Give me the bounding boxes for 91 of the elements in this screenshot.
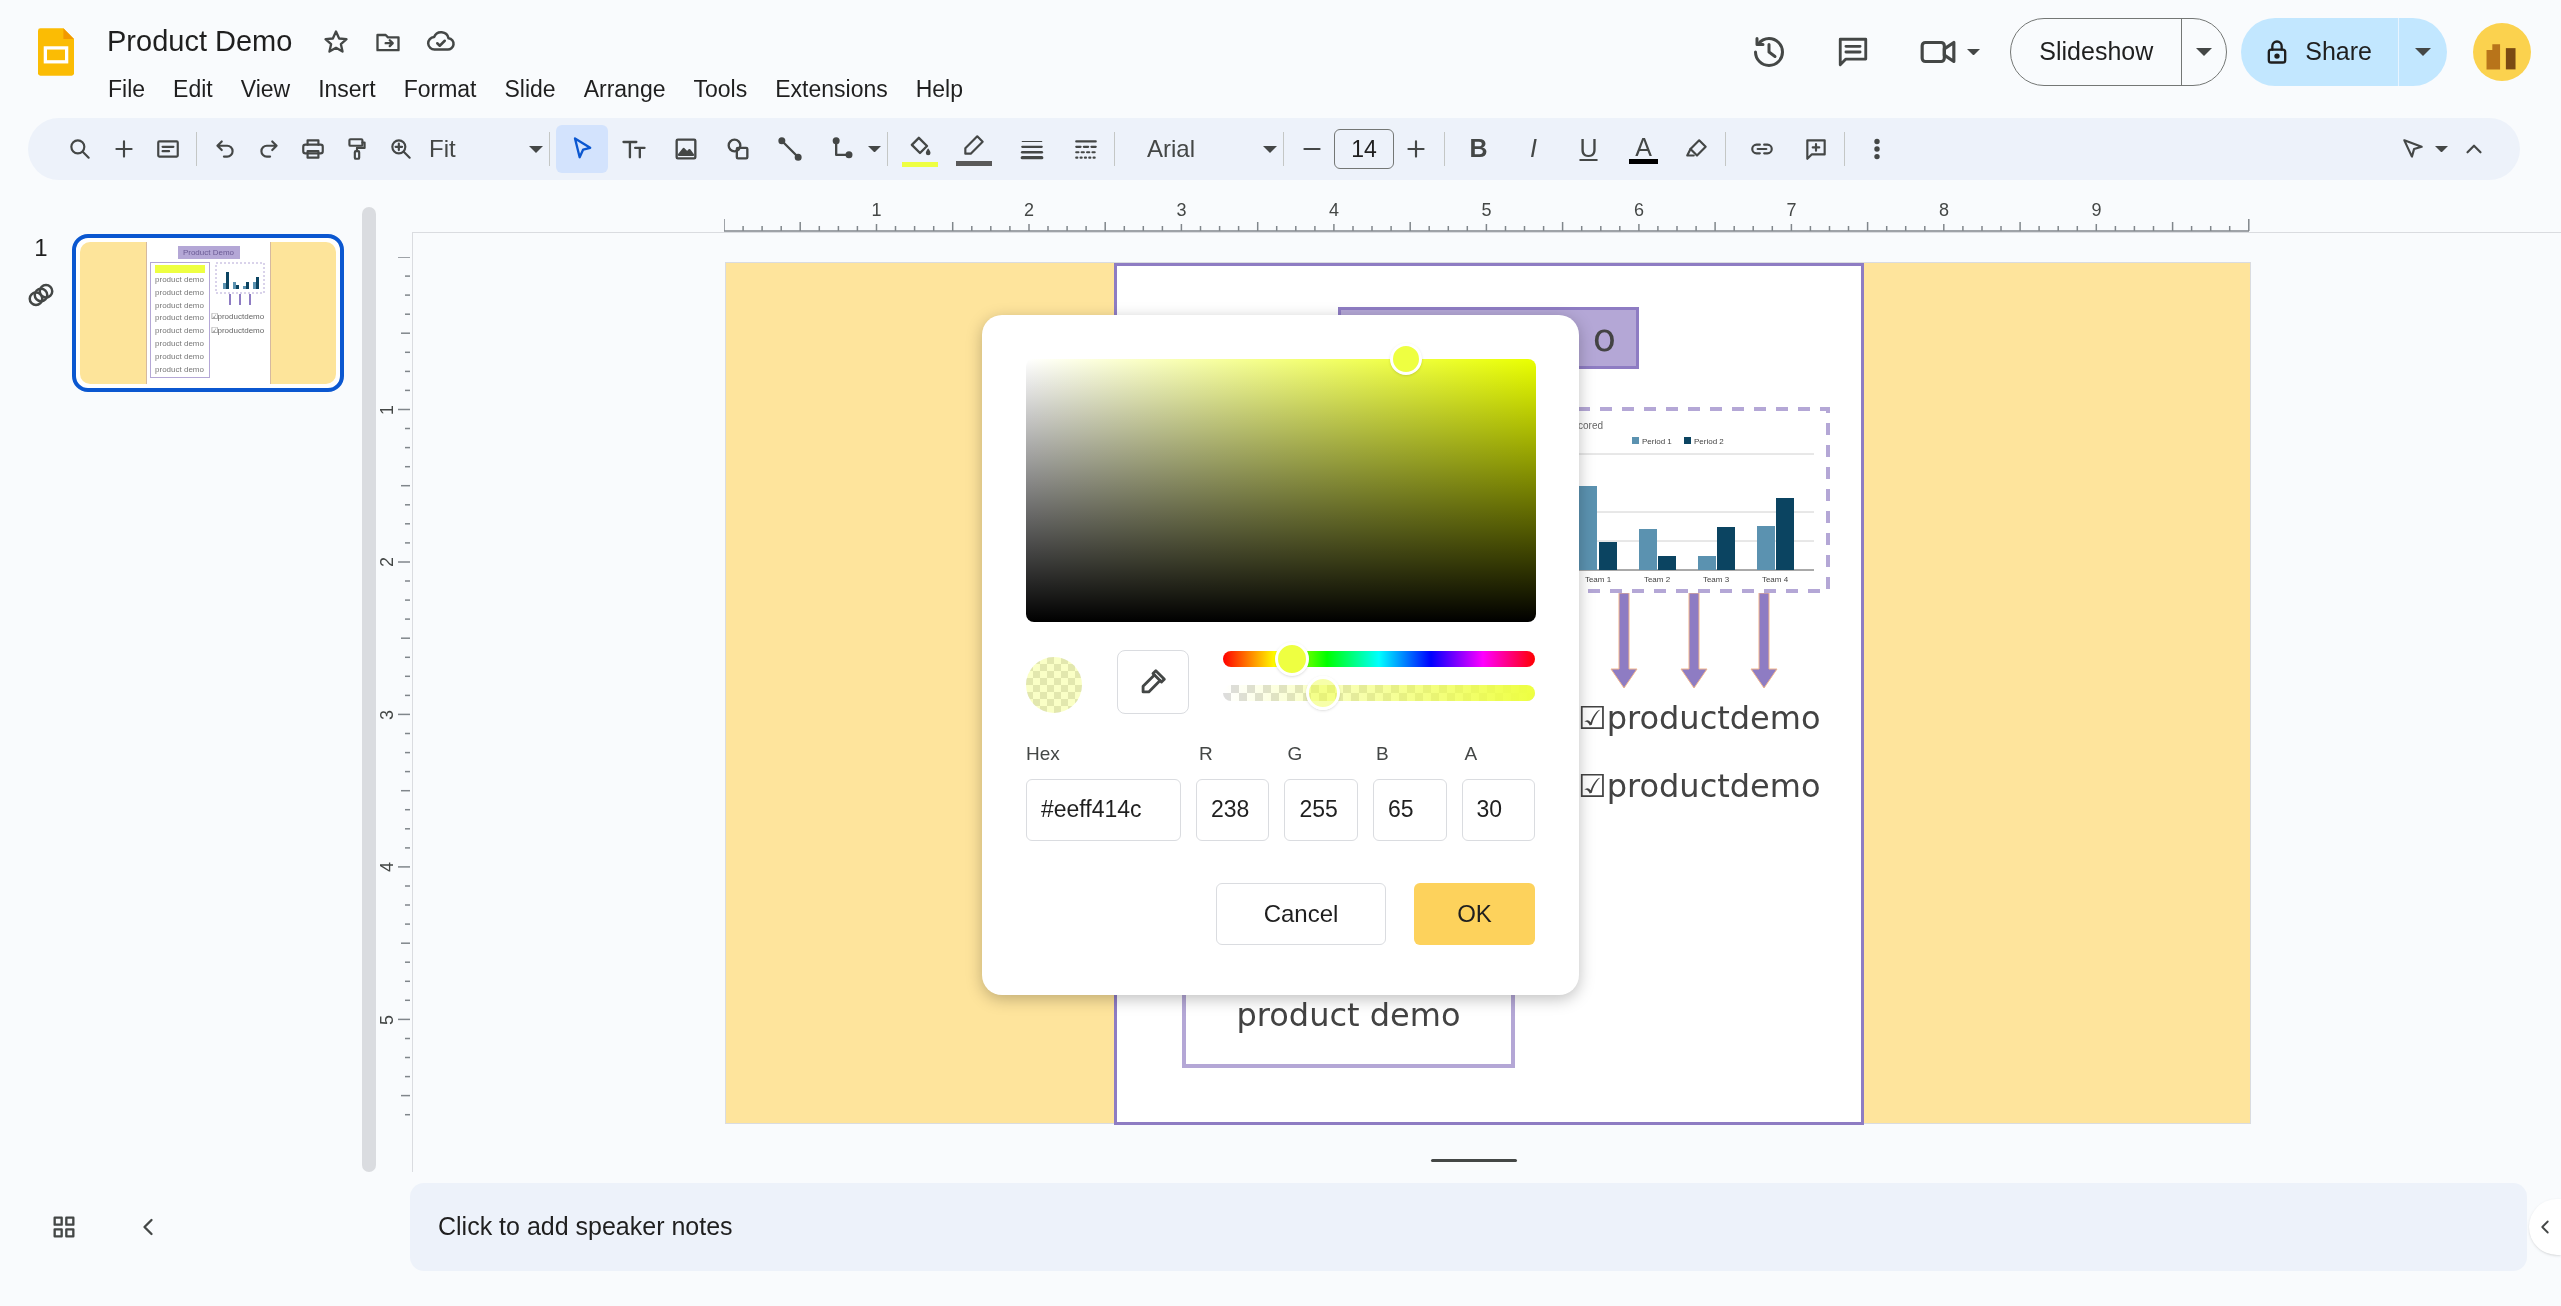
cancel-button[interactable]: Cancel — [1216, 882, 1386, 945]
channel-field[interactable]: 30 — [1461, 778, 1536, 841]
line-tool-icon[interactable] — [776, 135, 804, 163]
menu-item[interactable]: Tools — [693, 71, 748, 106]
thumbnail-text: product demo — [155, 363, 204, 376]
menu-item[interactable]: Extensions — [775, 71, 888, 106]
thumbnail-chart-drawing — [214, 262, 265, 307]
hex-label: Hex — [1026, 742, 1061, 766]
thumbnail-text: product demo — [155, 286, 204, 299]
menu-item[interactable]: View — [240, 71, 291, 106]
add-comment-icon[interactable] — [1803, 136, 1829, 162]
select-tool-button[interactable] — [556, 125, 608, 173]
thumbnail-text: product demo — [155, 312, 204, 325]
zoom-dropdown[interactable]: Fit — [423, 127, 543, 171]
legend-label: Period 2 — [1694, 437, 1724, 446]
menu-item[interactable]: Slide — [504, 71, 556, 106]
side-panel-toggle[interactable] — [2529, 1199, 2561, 1255]
hue-slider[interactable] — [1223, 642, 1535, 676]
thumbnail-text: ☑productdemo — [210, 312, 265, 322]
menu-item[interactable]: Edit — [173, 71, 213, 106]
hex-field[interactable]: #eeff414c — [1026, 778, 1181, 841]
menu-item[interactable]: Help — [915, 71, 964, 106]
axis-label: Team 4 — [1761, 575, 1789, 584]
ruler-number: 4 — [378, 862, 396, 872]
thumbnail-text: product demo — [155, 325, 204, 338]
legend-swatch-icon — [1684, 437, 1691, 444]
thumbnail-text: product demo — [155, 299, 204, 312]
caret-icon — [529, 145, 543, 153]
bold-button[interactable]: B — [1463, 130, 1494, 168]
border-color-icon[interactable] — [961, 132, 987, 158]
axis-label: Team 2 — [1643, 575, 1671, 584]
color-button[interactable]: A — [1629, 134, 1658, 164]
thumbnail-highlight — [154, 265, 205, 273]
menu-item[interactable]: File — [108, 71, 146, 106]
color-preview — [1026, 657, 1082, 713]
hue-thumb[interactable] — [1274, 642, 1309, 676]
menu-item[interactable]: Insert — [318, 71, 376, 106]
avatar-icon[interactable] — [2473, 23, 2531, 81]
channel-field[interactable]: 255 — [1284, 778, 1358, 841]
channel-field[interactable]: 238 — [1195, 778, 1270, 841]
speaker-notes-field[interactable]: Click to add speaker notes — [410, 1183, 2527, 1271]
zoom-icon[interactable] — [388, 136, 414, 162]
legend-swatch-icon — [1632, 437, 1639, 444]
axis-label: Team 3 — [1702, 575, 1730, 584]
ruler-number: 5 — [378, 1014, 396, 1025]
font-dropdown[interactable]: Arial — [1127, 127, 1277, 171]
thumbnail-text: product demo — [155, 274, 204, 286]
share-menu-caret-icon[interactable] — [2415, 48, 2431, 56]
channel-label: B — [1375, 742, 1390, 766]
checklist-text: ☑productdemo — [1578, 766, 1821, 807]
ruler-number: 2 — [378, 557, 396, 567]
search-icon[interactable] — [67, 136, 93, 162]
caret-icon — [1263, 145, 1277, 153]
menu-item[interactable]: Arrange — [583, 71, 666, 106]
legend-label: Period 1 — [1642, 437, 1672, 446]
channel-field[interactable]: 65 — [1373, 778, 1447, 841]
channel-label: G — [1286, 742, 1304, 766]
underline-button[interactable]: U — [1573, 130, 1604, 168]
channel-label: A — [1463, 742, 1479, 766]
star-icon[interactable] — [322, 27, 351, 56]
menu-item[interactable]: Format — [403, 71, 477, 106]
alpha-slider[interactable] — [1223, 676, 1535, 710]
eyedropper-button[interactable] — [1117, 650, 1189, 714]
scrollbar[interactable] — [362, 207, 376, 1172]
slideshow-menu-caret-icon[interactable] — [2196, 48, 2213, 56]
thumbnail-text: product demo — [155, 338, 204, 350]
ruler-number: 3 — [378, 709, 396, 720]
document-title[interactable]: Product Demo — [107, 20, 293, 64]
thumbnail-text: product demo — [155, 350, 204, 363]
color-thumb[interactable] — [1390, 343, 1422, 375]
font-size-field[interactable]: 14 — [1334, 129, 1394, 169]
axis-label: Team 1 — [1584, 575, 1612, 584]
ok-button[interactable]: OK — [1414, 882, 1535, 945]
thumbnail-text: ☑productdemo — [210, 326, 265, 336]
caret-icon[interactable] — [1967, 48, 1981, 56]
ruler-number: 1 — [378, 404, 396, 415]
print-icon[interactable] — [300, 136, 326, 162]
saturation-value-area[interactable] — [1026, 359, 1536, 622]
border-color-bar — [956, 161, 992, 166]
italic-button[interactable]: I — [1524, 130, 1543, 168]
caret-icon[interactable] — [868, 145, 881, 153]
chart-bar — [1599, 542, 1617, 570]
channel-label: R — [1197, 742, 1214, 766]
thumbnail-title: Product Demo — [177, 246, 240, 259]
alpha-thumb[interactable] — [1305, 676, 1340, 710]
checklist-text: ☑productdemo — [1578, 698, 1821, 739]
chart-title: cored — [1578, 420, 1603, 431]
fill-color-bar — [902, 161, 938, 167]
slide-number: 1 — [34, 233, 48, 263]
caret-icon[interactable] — [2435, 145, 2448, 153]
slide-thumbnail[interactable]: Product Demo product demo product demo product demo product demo product demo product demo product demo product demo ☑productdemo ☑productdemo — [72, 234, 344, 392]
